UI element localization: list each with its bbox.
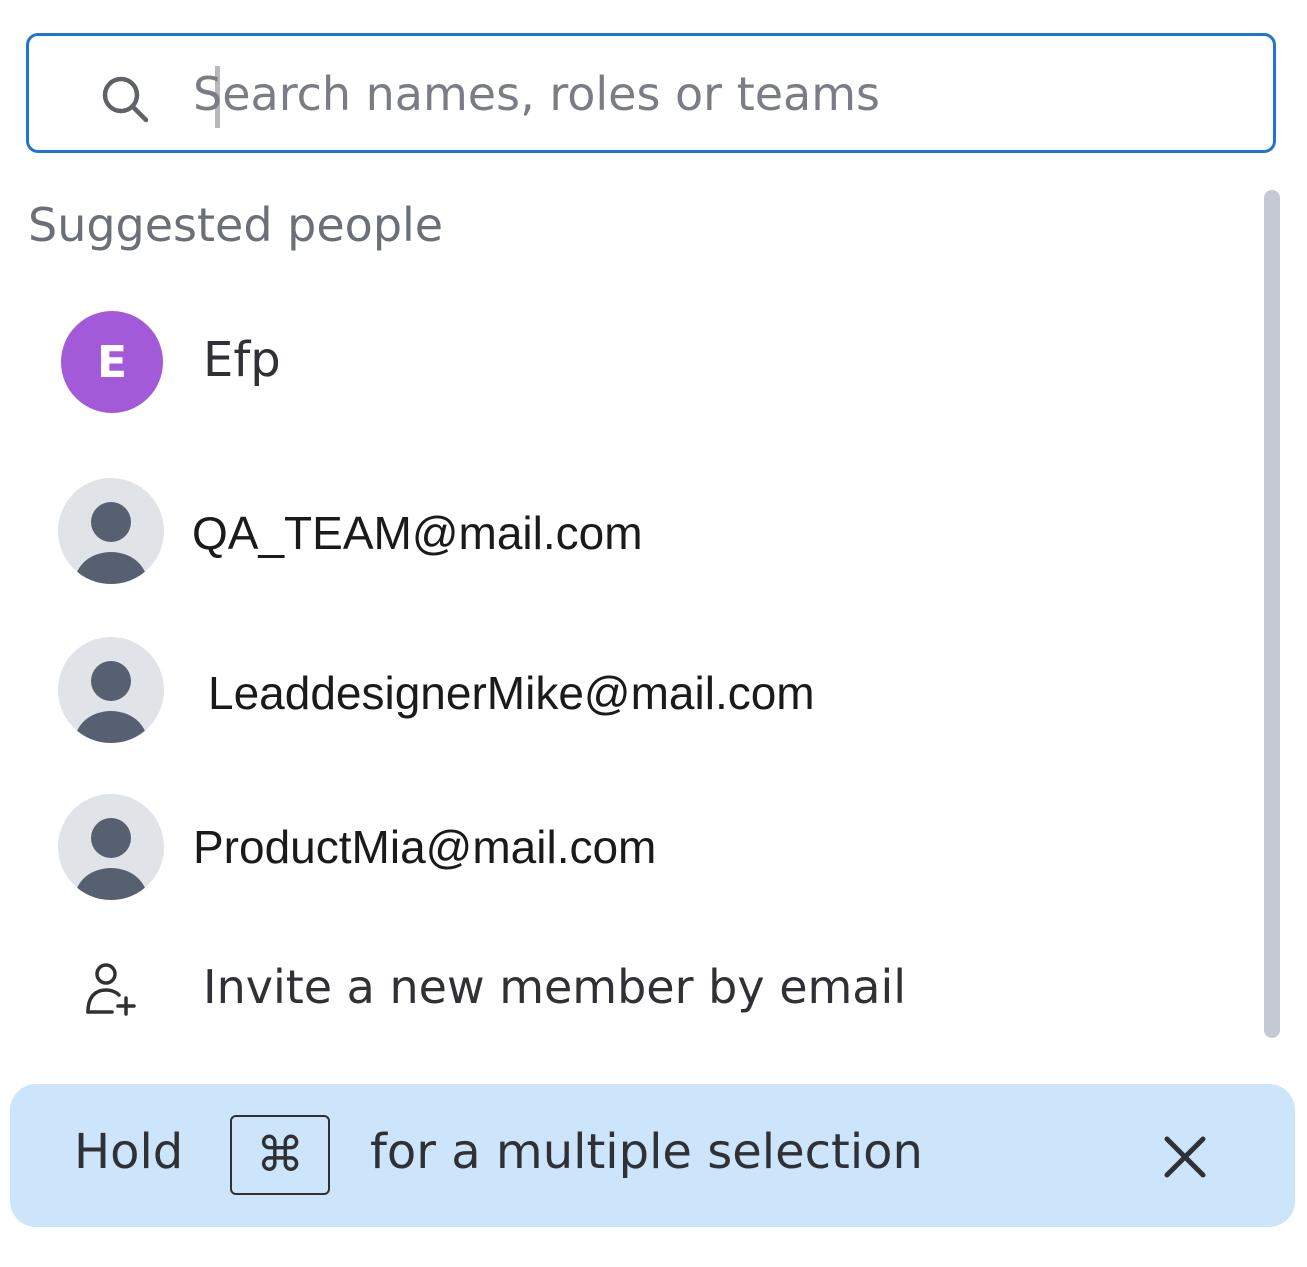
list-item-leaddesigner-mike[interactable]: LeaddesignerMike@mail.com [28,624,1248,754]
person-email: QA_TEAM@mail.com [192,507,643,559]
close-icon[interactable] [1162,1134,1208,1180]
person-name: Efp [203,332,281,388]
scrollbar[interactable] [1264,190,1280,1038]
search-box[interactable] [26,33,1276,153]
person-email: ProductMia@mail.com [193,821,657,873]
avatar-initial: E [96,336,128,388]
list-item-efp[interactable]: E Efp [28,300,1248,430]
search-input[interactable] [187,58,1227,130]
multi-select-tip: Hold ⌘ for a multiple selection [10,1084,1295,1227]
invite-label: Invite a new member by email [203,960,907,1014]
search-icon [102,76,149,123]
person-icon [58,794,164,900]
invite-member-button[interactable]: Invite a new member by email [28,930,1248,1060]
avatar: E [61,311,163,413]
list-item-qa-team[interactable]: QA_TEAM@mail.com [28,466,1248,596]
tip-text: for a multiple selection [370,1124,923,1180]
tip-hold-text: Hold [74,1124,184,1180]
add-person-icon [86,963,136,1016]
list-item-product-mia[interactable]: ProductMia@mail.com [28,782,1248,912]
people-picker: Suggested people E Efp QA_TEAM@mail.com … [0,0,1307,1267]
command-key-icon: ⌘ [230,1115,330,1195]
person-email: LeaddesignerMike@mail.com [208,667,815,719]
person-icon [58,637,164,743]
person-icon [58,478,164,584]
section-title: Suggested people [28,198,444,252]
